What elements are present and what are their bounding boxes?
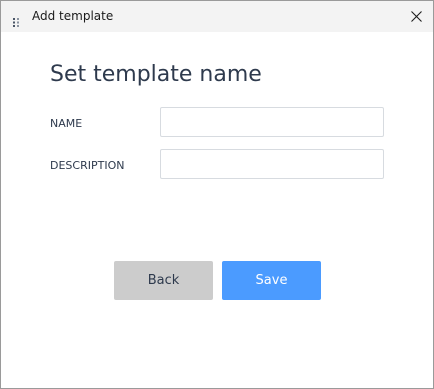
save-button[interactable]: Save — [222, 261, 321, 300]
close-button[interactable] — [399, 1, 433, 32]
name-label: NAME — [50, 117, 83, 130]
close-icon — [410, 7, 422, 26]
app-grip-icon — [13, 12, 22, 27]
title-bar[interactable]: Add template — [1, 1, 433, 32]
page-title: Set template name — [50, 62, 262, 87]
name-field[interactable] — [160, 107, 384, 137]
add-template-dialog: Add template Set template name NAME DESC… — [0, 0, 434, 389]
description-label: DESCRIPTION — [50, 159, 125, 172]
back-button[interactable]: Back — [114, 261, 213, 300]
description-field[interactable] — [160, 149, 384, 179]
window-title: Add template — [32, 9, 114, 23]
